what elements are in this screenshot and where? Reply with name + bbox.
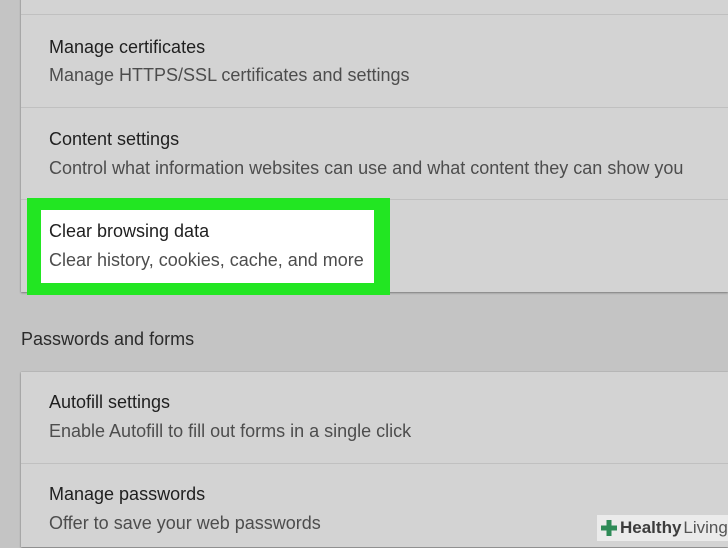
clear-browsing-data-row[interactable]: Clear browsing data Clear history, cooki… (41, 210, 374, 283)
content-settings-desc: Control what information websites can us… (49, 158, 684, 178)
content-settings-title: Content settings (49, 129, 180, 149)
manage-certificates-row[interactable]: Manage certificates Manage HTTPS/SSL cer… (21, 14, 728, 108)
autofill-settings-row[interactable]: Autofill settings Enable Autofill to fil… (21, 372, 728, 463)
watermark-logo: Healthy Living (597, 515, 728, 541)
manage-passwords-title: Manage passwords (49, 484, 206, 504)
autofill-settings-desc: Enable Autofill to fill out forms in a s… (49, 421, 412, 441)
autofill-settings-title: Autofill settings (49, 392, 171, 412)
passwords-and-forms-heading: Passwords and forms (21, 329, 195, 349)
manage-certificates-desc: Manage HTTPS/SSL certificates and settin… (49, 65, 410, 85)
clear-browsing-data-desc: Clear history, cookies, cache, and more (49, 250, 364, 270)
watermark-brand-bold: Healthy (620, 518, 682, 537)
manage-passwords-desc: Offer to save your web passwords (49, 513, 321, 533)
clear-browsing-data-title: Clear browsing data (49, 221, 210, 241)
plus-cross-icon (600, 519, 618, 537)
watermark-brand-light: Living (683, 518, 728, 537)
clear-browsing-data-highlight[interactable]: Clear browsing data Clear history, cooki… (27, 198, 390, 295)
manage-certificates-title: Manage certificates (49, 37, 206, 57)
content-settings-row[interactable]: Content settings Control what informatio… (21, 107, 728, 200)
